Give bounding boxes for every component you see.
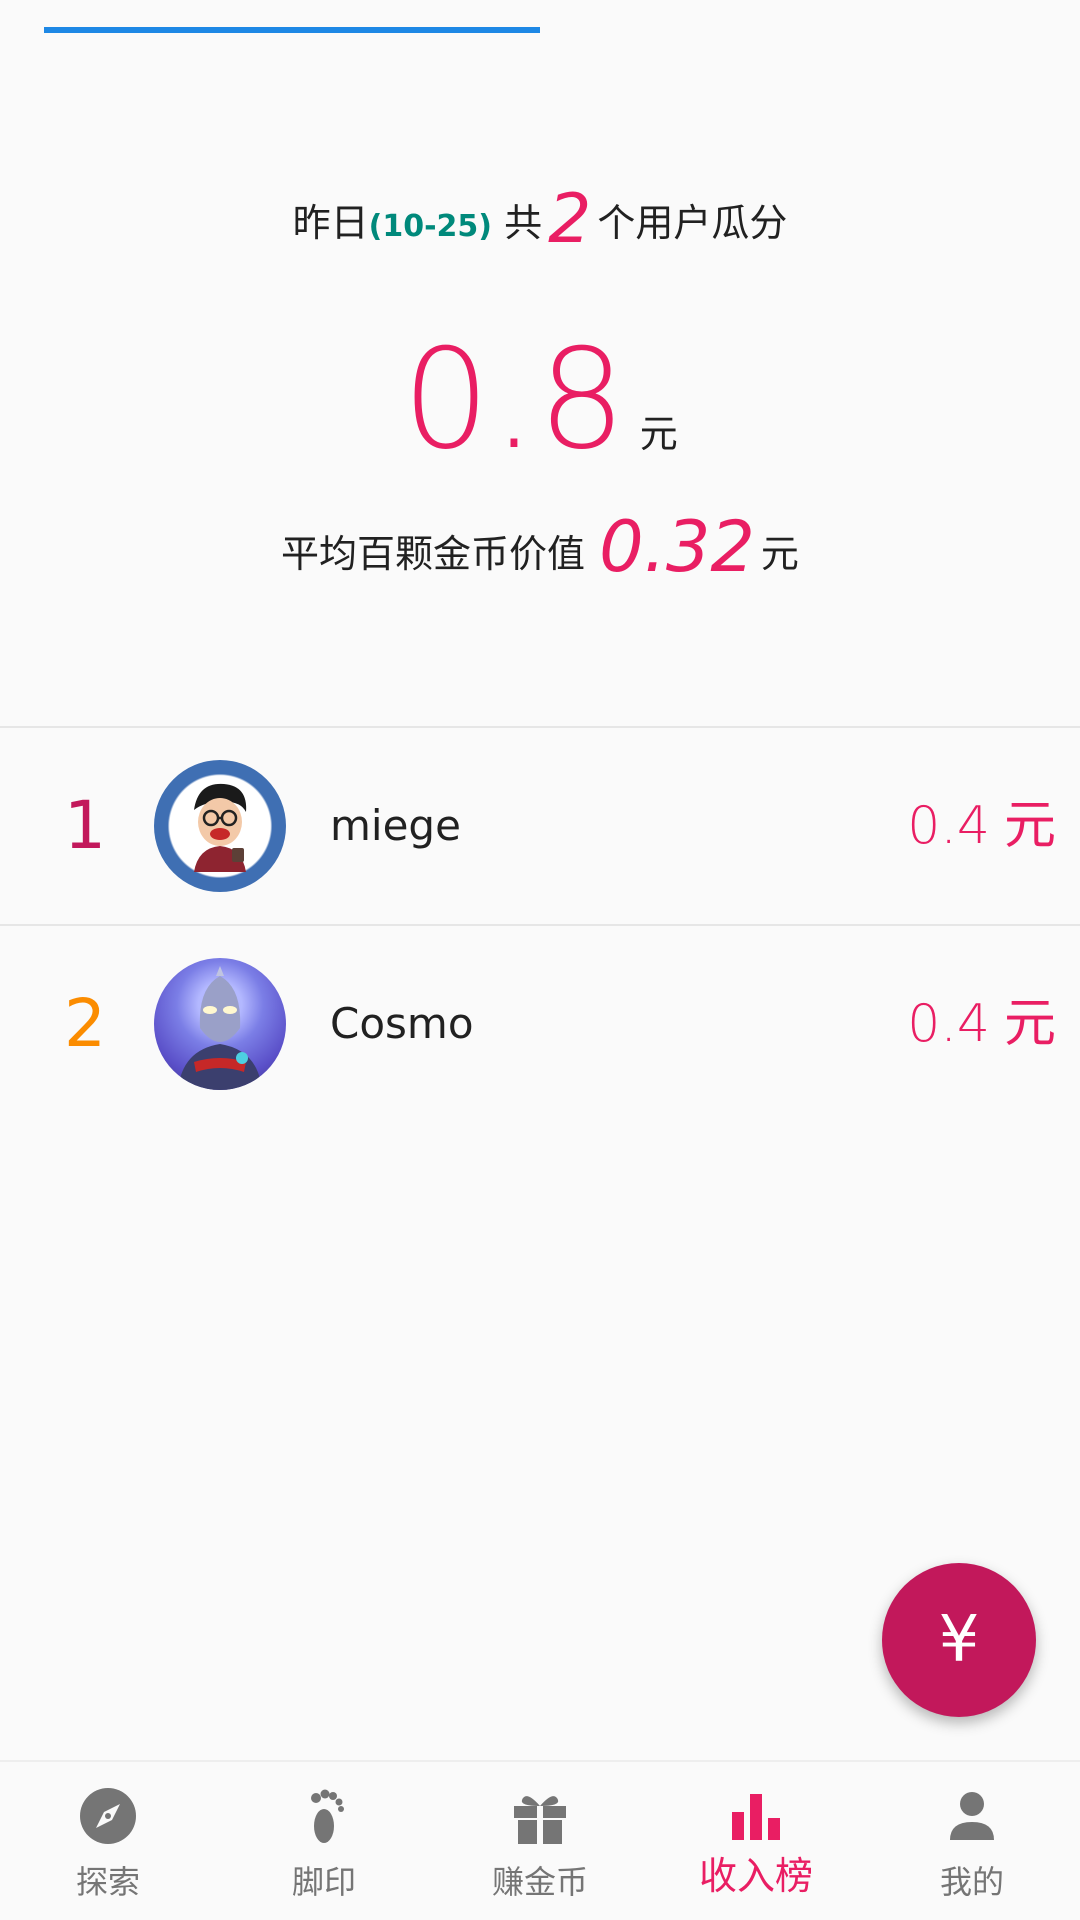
- user-count: 2: [548, 180, 592, 259]
- yuan-icon: ¥: [938, 1603, 980, 1677]
- compass-icon: [80, 1788, 136, 1844]
- nav-item-explore[interactable]: 探索: [0, 1762, 216, 1920]
- income-value: 0.4: [907, 796, 990, 856]
- average-unit: 元: [760, 532, 799, 576]
- nav-item-earn-coins[interactable]: 赚金币: [432, 1762, 648, 1920]
- nav-label: 探索: [75, 1863, 140, 1901]
- ranking-row[interactable]: 2 Cosmo 0.4 元: [0, 926, 1080, 1122]
- withdraw-fab-button[interactable]: ¥: [882, 1563, 1036, 1717]
- footprint-icon: [311, 1789, 344, 1843]
- nav-label: 我的: [939, 1863, 1004, 1901]
- nav-item-footprint[interactable]: 脚印: [216, 1762, 432, 1920]
- loading-progress-bar: [44, 27, 540, 33]
- summary-prefix: 昨日: [292, 201, 369, 245]
- total-amount: 0.8: [402, 319, 628, 480]
- username: Cosmo: [330, 999, 474, 1048]
- average-value: 0.32: [599, 506, 755, 588]
- nav-label: 收入榜: [698, 1854, 813, 1898]
- summary-suffix: 个用户瓜分: [597, 201, 788, 245]
- bar-chart-icon: [732, 1794, 780, 1840]
- average-label: 平均百颗金币价值: [281, 532, 586, 576]
- avatar[interactable]: [154, 958, 286, 1090]
- average-line: 平均百颗金币价值 0.32 元: [0, 505, 1080, 596]
- ranking-row[interactable]: 1 miege 0.4 元: [0, 728, 1080, 924]
- nav-item-income-ranking[interactable]: 收入榜: [648, 1762, 864, 1920]
- bottom-navigation: 探索 脚印 赚金币 收入榜 我的: [0, 1760, 1080, 1920]
- rank-number: 1: [64, 787, 106, 864]
- summary-date: (10-25): [368, 209, 492, 244]
- income: 0.4 元: [907, 926, 1056, 1134]
- avatar-hero-icon: [178, 966, 262, 1090]
- income-unit: 元: [1003, 796, 1056, 856]
- summary-mid: 共: [504, 201, 543, 245]
- total-amount-line: 0.8 元: [0, 325, 1080, 517]
- income-value: 0.4: [907, 994, 990, 1054]
- rank-number: 2: [64, 985, 106, 1062]
- gift-icon: [514, 1796, 566, 1844]
- income-unit: 元: [1003, 994, 1056, 1054]
- income: 0.4 元: [907, 728, 1056, 936]
- nav-item-mine[interactable]: 我的: [864, 1762, 1080, 1920]
- total-unit: 元: [639, 412, 678, 456]
- username: miege: [330, 801, 461, 850]
- avatar[interactable]: [154, 760, 286, 892]
- summary-line: 昨日(10-25) 共2 个用户瓜分: [0, 178, 1080, 269]
- nav-label: 脚印: [291, 1863, 356, 1901]
- avatar-cartoon-icon: [172, 778, 268, 874]
- nav-label: 赚金币: [491, 1863, 588, 1901]
- person-icon: [950, 1792, 994, 1840]
